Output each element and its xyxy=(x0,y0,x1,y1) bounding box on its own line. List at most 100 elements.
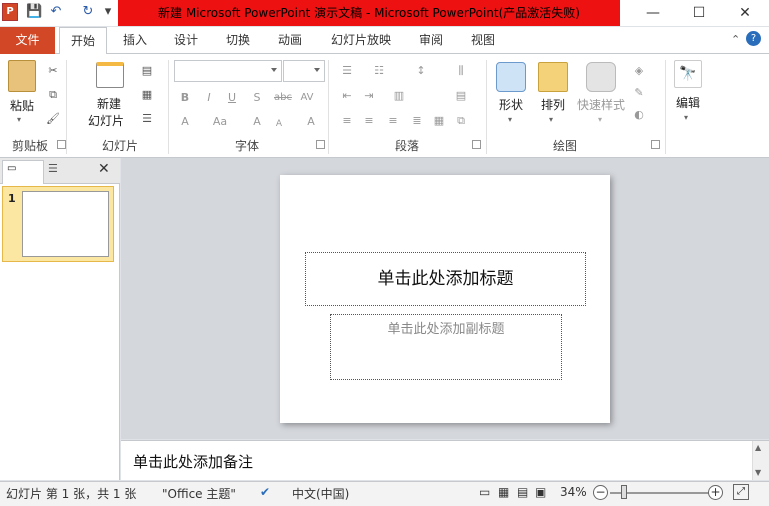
bullets-icon[interactable]: ☰ xyxy=(340,64,354,78)
sorter-view-icon[interactable]: ▦ xyxy=(498,485,509,499)
group-separator xyxy=(328,60,329,154)
tab-view[interactable]: 视图 xyxy=(461,27,505,54)
numbering-icon[interactable]: ☷ xyxy=(372,64,386,78)
paragraph-launcher-icon[interactable] xyxy=(472,140,481,149)
reset-icon[interactable]: ▦ xyxy=(140,88,154,102)
language-status[interactable]: 中文(中国) xyxy=(292,485,349,502)
help-icon[interactable]: ? xyxy=(746,31,761,46)
tab-review[interactable]: 审阅 xyxy=(409,27,453,54)
shapes-icon[interactable] xyxy=(496,62,526,92)
format-painter-icon[interactable]: 🖌 xyxy=(46,112,60,126)
powerpoint-app-icon[interactable]: P xyxy=(2,3,18,21)
clipboard-launcher-icon[interactable] xyxy=(57,140,66,149)
line-spacing-icon[interactable]: ↕ xyxy=(414,64,428,78)
font-size-dropdown[interactable] xyxy=(283,60,325,82)
tab-slideshow[interactable]: 幻灯片放映 xyxy=(322,27,400,54)
slide-thumbnail[interactable] xyxy=(22,191,109,257)
shape-outline-icon[interactable]: ✎ xyxy=(632,86,646,100)
find-binoculars-icon[interactable]: 🔭 xyxy=(674,60,702,88)
arrange-button[interactable]: 排列 xyxy=(533,96,573,113)
collapse-ribbon-icon[interactable]: ⌃ xyxy=(731,33,740,46)
arrange-chevron-down-icon[interactable]: ▾ xyxy=(549,115,553,124)
arrange-icon[interactable] xyxy=(538,62,568,92)
underline-button[interactable]: U xyxy=(225,91,239,105)
smartart-icon[interactable]: ⧉ xyxy=(454,114,468,128)
tab-outline-icon[interactable]: ☰ xyxy=(48,162,58,175)
save-icon[interactable]: 💾 xyxy=(26,4,42,20)
bold-button[interactable]: B xyxy=(178,91,192,105)
italic-button[interactable]: I xyxy=(202,91,216,105)
paste-button[interactable]: 粘贴 xyxy=(4,97,40,114)
tab-insert[interactable]: 插入 xyxy=(113,27,157,54)
decrease-indent-icon[interactable]: ⇤ xyxy=(340,89,354,103)
close-button[interactable]: ✕ xyxy=(722,0,768,26)
tab-animations[interactable]: 动画 xyxy=(268,27,312,54)
font-name-dropdown[interactable] xyxy=(174,60,282,82)
quick-styles-button[interactable]: 快速样式 xyxy=(572,96,630,113)
quick-styles-chevron-down-icon[interactable]: ▾ xyxy=(598,115,602,124)
tab-slides-icon[interactable]: ▭ xyxy=(2,160,44,184)
shapes-button[interactable]: 形状 xyxy=(490,96,532,113)
zoom-out-button[interactable]: − xyxy=(593,485,608,500)
redo-icon[interactable]: ↻ xyxy=(80,4,96,20)
editing-chevron-down-icon[interactable]: ▾ xyxy=(684,113,688,122)
justify-icon[interactable]: ≣ xyxy=(410,114,424,128)
zoom-level[interactable]: 34% xyxy=(560,485,587,499)
font-launcher-icon[interactable] xyxy=(316,140,325,149)
copy-icon[interactable]: ⧉ xyxy=(46,88,60,102)
slideshow-view-icon[interactable]: ▣ xyxy=(535,485,546,499)
distribute-icon[interactable]: ▦ xyxy=(432,114,446,128)
spellcheck-icon[interactable]: ✔ xyxy=(260,485,270,499)
quick-styles-icon[interactable] xyxy=(586,62,616,92)
undo-icon[interactable]: ↶ xyxy=(48,4,64,20)
normal-view-icon[interactable]: ▭ xyxy=(479,485,490,499)
zoom-in-button[interactable]: + xyxy=(708,485,723,500)
cut-icon[interactable]: ✂ xyxy=(46,64,60,78)
reading-view-icon[interactable]: ▤ xyxy=(517,485,528,499)
shapes-chevron-down-icon[interactable]: ▾ xyxy=(508,115,512,124)
editing-button[interactable]: 编辑 xyxy=(670,94,706,111)
grow-font-button[interactable]: A xyxy=(250,115,264,129)
paste-icon[interactable] xyxy=(8,60,36,92)
columns-icon[interactable]: ▥ xyxy=(392,89,406,103)
align-right-icon[interactable]: ≡ xyxy=(386,114,400,128)
section-icon[interactable]: ☰ xyxy=(140,112,154,126)
paste-chevron-down-icon[interactable]: ▾ xyxy=(17,115,21,124)
tab-home[interactable]: 开始 xyxy=(59,27,107,55)
font-color-button[interactable]: A xyxy=(178,115,192,129)
zoom-slider-thumb[interactable] xyxy=(621,485,627,499)
scroll-up-icon[interactable]: ▲ xyxy=(755,443,761,452)
text-direction-icon[interactable]: ⫼ xyxy=(454,64,468,78)
shadow-button[interactable]: S xyxy=(250,91,264,105)
subtitle-placeholder[interactable]: 单击此处添加副标题 xyxy=(330,314,562,380)
close-pane-icon[interactable]: ✕ xyxy=(98,161,110,177)
fit-to-window-icon[interactable]: ⤢ xyxy=(733,484,749,500)
tab-design[interactable]: 设计 xyxy=(164,27,208,54)
tab-transitions[interactable]: 切换 xyxy=(216,27,260,54)
clipboard-group-label: 剪贴板 xyxy=(11,139,48,153)
tab-file[interactable]: 文件 xyxy=(0,27,55,54)
layout-icon[interactable]: ▤ xyxy=(140,64,154,78)
strikethrough-button[interactable]: abc xyxy=(272,91,294,105)
new-slide-button-line2[interactable]: 幻灯片 xyxy=(80,112,132,129)
increase-indent-icon[interactable]: ⇥ xyxy=(362,89,376,103)
shape-fill-icon[interactable]: ◈ xyxy=(632,64,646,78)
change-case-button[interactable]: Aa xyxy=(210,115,230,129)
clear-format-button[interactable]: A xyxy=(304,115,318,129)
align-text-icon[interactable]: ▤ xyxy=(454,89,468,103)
title-placeholder[interactable]: 单击此处添加标题 xyxy=(305,252,586,306)
align-left-icon[interactable]: ≡ xyxy=(340,114,354,128)
shrink-font-button[interactable]: A xyxy=(272,117,286,131)
scroll-down-icon[interactable]: ▼ xyxy=(755,468,761,477)
minimize-button[interactable]: — xyxy=(630,0,676,26)
theme-status[interactable]: "Office 主题" xyxy=(162,485,236,502)
drawing-launcher-icon[interactable] xyxy=(651,140,660,149)
new-slide-button[interactable]: 新建 xyxy=(84,95,134,112)
shape-effects-icon[interactable]: ◐ xyxy=(632,108,646,122)
customize-qat-icon[interactable]: ▾ xyxy=(100,4,116,20)
notes-placeholder[interactable]: 单击此处添加备注 xyxy=(133,451,253,472)
char-spacing-button[interactable]: AV xyxy=(298,91,316,105)
align-center-icon[interactable]: ≡ xyxy=(362,114,376,128)
new-slide-icon[interactable] xyxy=(96,62,124,88)
maximize-button[interactable]: ☐ xyxy=(676,0,722,26)
